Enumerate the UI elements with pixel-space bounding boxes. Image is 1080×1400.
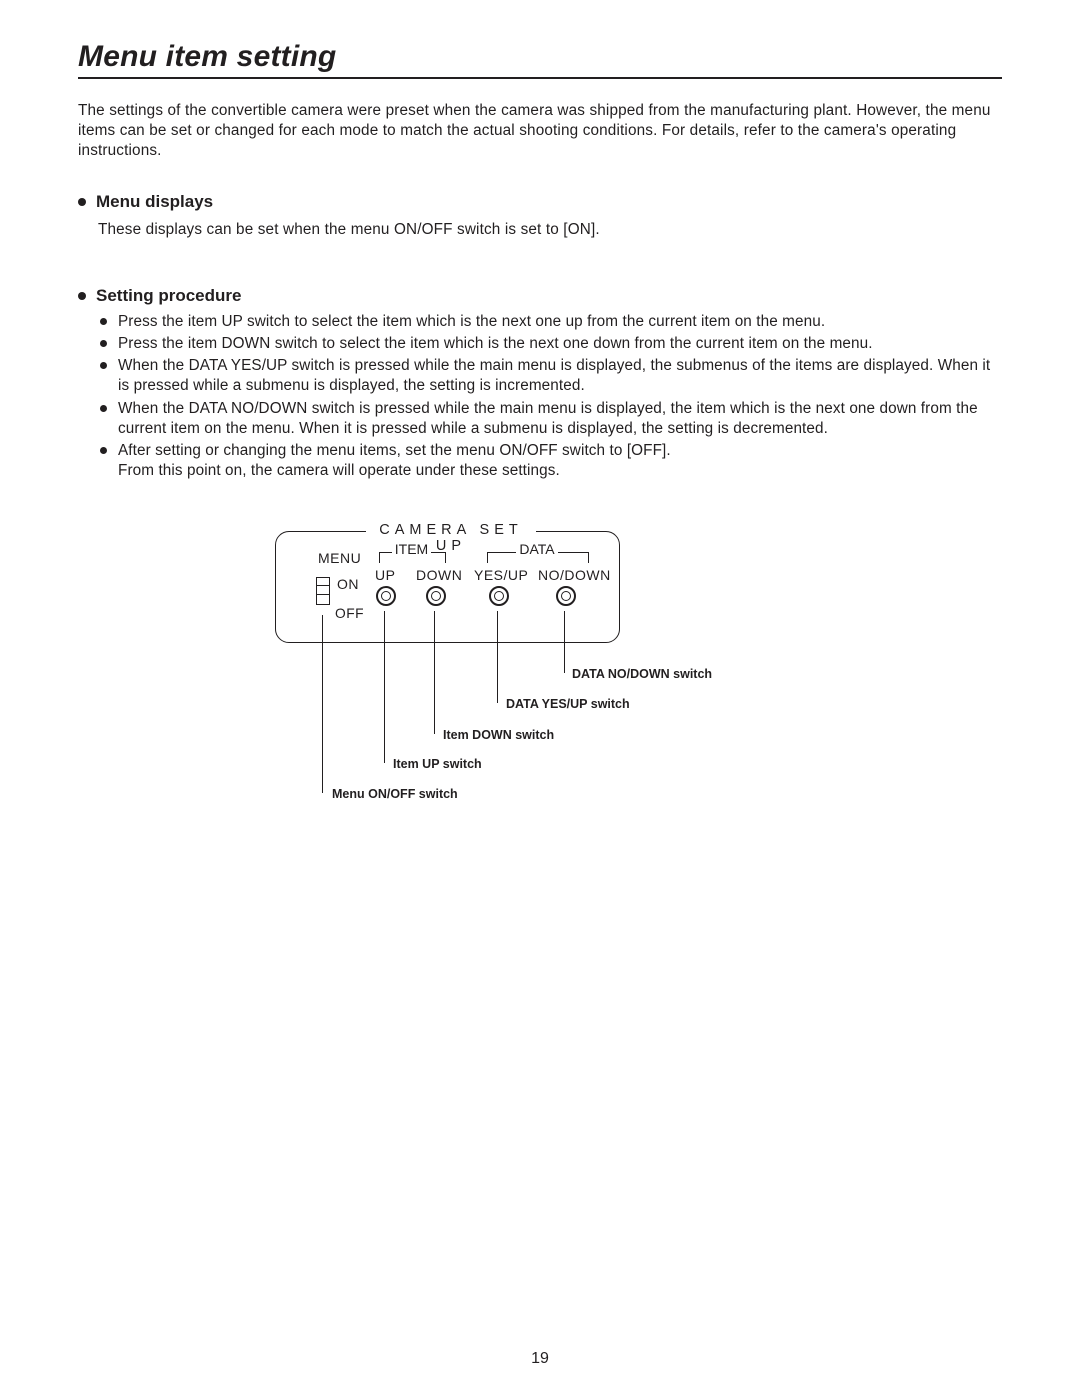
label-off: OFF [335,606,364,621]
data-yesup-button[interactable] [489,586,509,606]
menu-on-off-switch[interactable] [316,577,330,605]
label-up: UP [375,567,395,583]
list-item: Press the item UP switch to select the i… [100,312,1002,332]
label-menu: MENU [318,550,361,566]
callout-item-down: Item DOWN switch [443,728,554,742]
item-down-button[interactable] [426,586,446,606]
list-item: After setting or changing the menu items… [100,441,1002,481]
leader-line [322,615,323,793]
panel-outline: CAMERA SET UP MENU ON OFF ITEM UP DOWN D… [275,531,620,643]
leader-line [497,611,498,703]
page-number: 19 [0,1350,1080,1368]
leader-line [434,611,435,734]
bracket-data: DATA [487,552,589,563]
label-data: DATA [516,541,557,557]
label-item: ITEM [392,541,431,557]
page-title: Menu item setting [78,40,1002,79]
label-nodown: NO/DOWN [538,567,611,583]
callout-data-nodown: DATA NO/DOWN switch [572,667,712,681]
data-nodown-button[interactable] [556,586,576,606]
label-down: DOWN [416,567,462,583]
section-heading-text: Setting procedure [96,286,241,306]
bullet-icon [78,292,86,300]
label-yesup: YES/UP [474,567,528,583]
label-on: ON [337,576,359,592]
callout-item-up: Item UP switch [393,757,482,771]
list-item: When the DATA NO/DOWN switch is pressed … [100,399,1002,439]
section-heading-menu-displays: Menu displays [78,192,1002,212]
setting-procedure-list: Press the item UP switch to select the i… [100,312,1002,482]
list-item: Press the item DOWN switch to select the… [100,334,1002,354]
callout-menu-switch: Menu ON/OFF switch [332,787,458,801]
list-item: When the DATA YES/UP switch is pressed w… [100,356,1002,396]
intro-paragraph: The settings of the convertible camera w… [78,101,1002,162]
control-panel-diagram: CAMERA SET UP MENU ON OFF ITEM UP DOWN D… [250,525,830,835]
section-heading-text: Menu displays [96,192,213,212]
section-body-menu-displays: These displays can be set when the menu … [98,220,1002,240]
leader-line [384,611,385,763]
bracket-item: ITEM [379,552,446,563]
callout-data-yesup: DATA YES/UP switch [506,697,630,711]
leader-line [564,611,565,673]
item-up-button[interactable] [376,586,396,606]
section-heading-setting-procedure: Setting procedure [78,286,1002,306]
bullet-icon [78,198,86,206]
